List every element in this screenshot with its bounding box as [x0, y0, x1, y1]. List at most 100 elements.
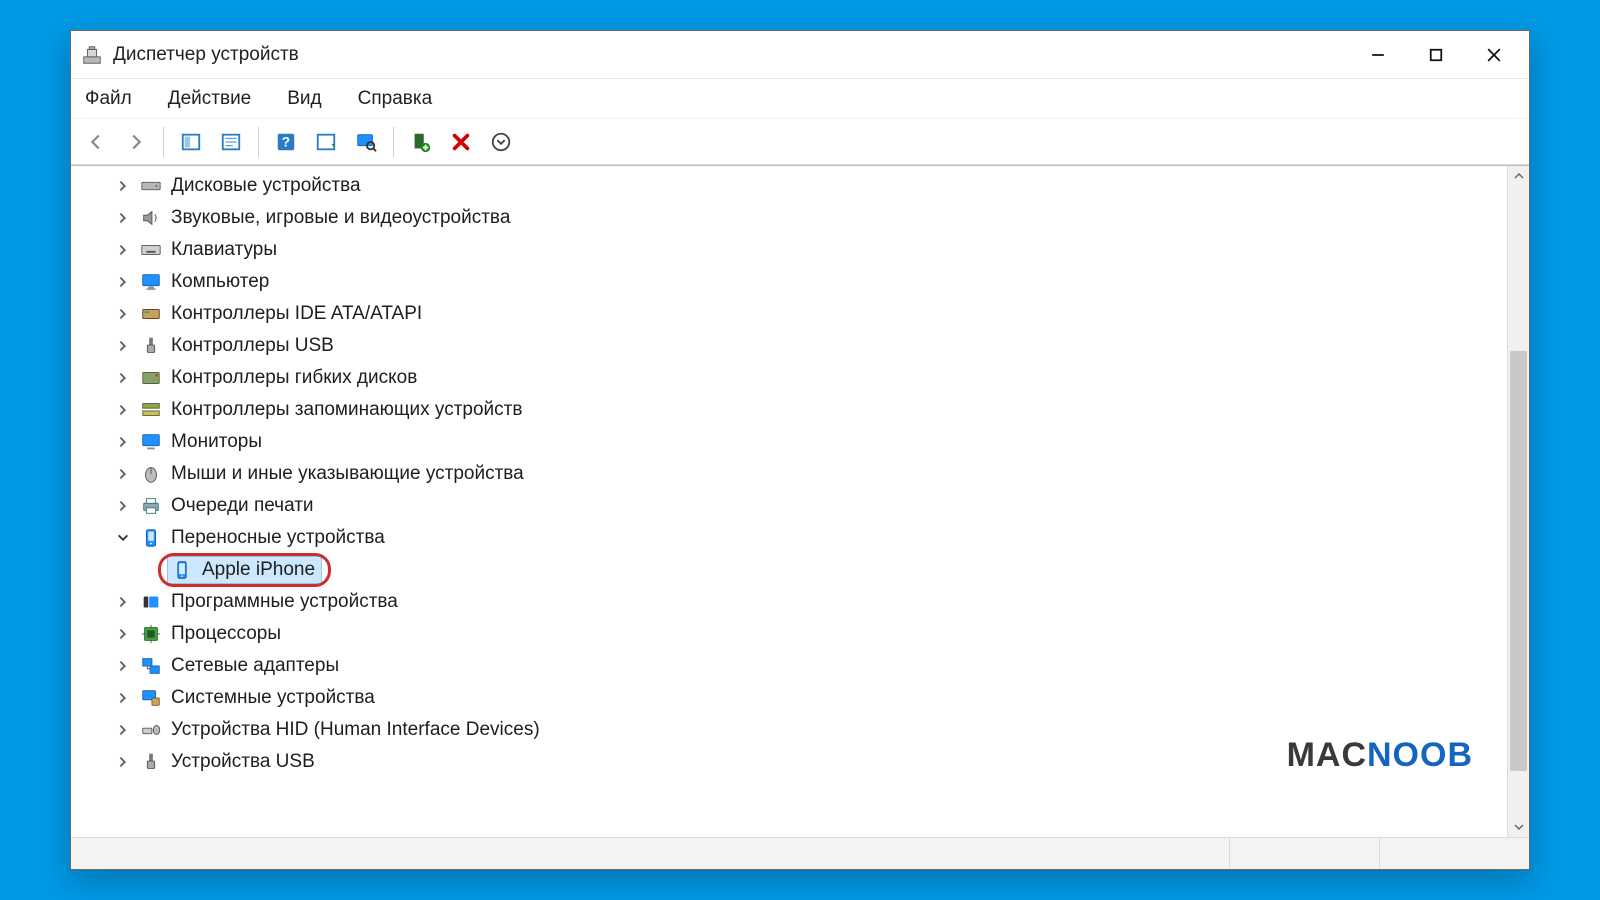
chevron-right-icon[interactable]: [115, 370, 131, 386]
tree-category[interactable]: Программные устройства: [95, 586, 1507, 618]
chevron-right-icon[interactable]: [115, 498, 131, 514]
computer-icon: [139, 270, 163, 294]
tree-category-label: Процессоры: [171, 623, 281, 645]
toolbar: [71, 119, 1529, 165]
menu-view[interactable]: Вид: [281, 84, 327, 114]
forward-button[interactable]: [119, 125, 153, 159]
chevron-right-icon[interactable]: [115, 338, 131, 354]
app-icon: [81, 44, 103, 66]
tree-category[interactable]: Клавиатуры: [95, 234, 1507, 266]
close-button[interactable]: [1465, 31, 1523, 78]
chevron-right-icon[interactable]: [115, 242, 131, 258]
chevron-right-icon[interactable]: [115, 178, 131, 194]
cpu-icon: [139, 622, 163, 646]
netadapter-icon: [139, 654, 163, 678]
chevron-right-icon[interactable]: [115, 754, 131, 770]
properties-button[interactable]: [214, 125, 248, 159]
window-title: Диспетчер устройств: [113, 44, 299, 66]
minimize-button[interactable]: [1349, 31, 1407, 78]
chevron-down-icon[interactable]: [115, 530, 131, 546]
chevron-right-icon[interactable]: [115, 722, 131, 738]
device-manager-window: Диспетчер устройств Файл Действие Вид Сп…: [70, 30, 1530, 870]
tree-category[interactable]: Устройства USB: [95, 746, 1507, 778]
scan-hardware-button[interactable]: [309, 125, 343, 159]
hid-icon: [139, 718, 163, 742]
back-button[interactable]: [79, 125, 113, 159]
mouse-icon: [139, 462, 163, 486]
tree-category[interactable]: Компьютер: [95, 266, 1507, 298]
tree-category-label: Мониторы: [171, 431, 262, 453]
tree-category[interactable]: Звуковые, игровые и видеоустройства: [95, 202, 1507, 234]
keyboard-icon: [139, 238, 163, 262]
chevron-right-icon[interactable]: [115, 306, 131, 322]
show-hide-console-tree-button[interactable]: [174, 125, 208, 159]
separator: [393, 127, 394, 157]
tree-category[interactable]: Контроллеры запоминающих устройств: [95, 394, 1507, 426]
vertical-scrollbar[interactable]: [1507, 166, 1529, 837]
tree-category[interactable]: Дисковые устройства: [95, 170, 1507, 202]
tree-category[interactable]: Мониторы: [95, 426, 1507, 458]
content-pane: Дисковые устройства Звуковые, игровые и в…: [71, 165, 1529, 837]
tree-category[interactable]: Контроллеры IDE ATA/ATAPI: [95, 298, 1507, 330]
scroll-down-icon[interactable]: [1508, 817, 1529, 837]
tree-device[interactable]: Apple iPhone: [95, 554, 1507, 586]
chevron-right-icon[interactable]: [115, 210, 131, 226]
chevron-right-icon[interactable]: [115, 690, 131, 706]
status-panel: [71, 838, 1229, 869]
menu-action[interactable]: Действие: [162, 84, 258, 114]
tree-category-label: Дисковые устройства: [171, 175, 361, 197]
chevron-right-icon[interactable]: [115, 626, 131, 642]
device-tree[interactable]: Дисковые устройства Звуковые, игровые и в…: [71, 166, 1507, 837]
separator: [258, 127, 259, 157]
title-bar: Диспетчер устройств: [71, 31, 1529, 79]
more-actions-button[interactable]: [484, 125, 518, 159]
printer-icon: [139, 494, 163, 518]
chevron-right-icon[interactable]: [115, 434, 131, 450]
status-panel: [1379, 838, 1529, 869]
window-controls: [1349, 31, 1523, 78]
tree-device-selected[interactable]: Apple iPhone: [167, 556, 322, 584]
hdd-icon: [139, 174, 163, 198]
tree-category[interactable]: Контроллеры гибких дисков: [95, 362, 1507, 394]
chevron-right-icon[interactable]: [115, 658, 131, 674]
ide-icon: [139, 302, 163, 326]
tree-category[interactable]: Устройства HID (Human Interface Devices): [95, 714, 1507, 746]
maximize-button[interactable]: [1407, 31, 1465, 78]
menu-file[interactable]: Файл: [79, 84, 138, 114]
status-bar: [71, 837, 1529, 869]
tree-category-label: Очереди печати: [171, 495, 314, 517]
chevron-right-icon[interactable]: [115, 594, 131, 610]
tree-category[interactable]: Переносные устройства: [95, 522, 1507, 554]
usb-icon: [139, 334, 163, 358]
menu-bar: Файл Действие Вид Справка: [71, 79, 1529, 119]
scroll-up-icon[interactable]: [1508, 166, 1529, 186]
uninstall-device-button[interactable]: [444, 125, 478, 159]
tree-category-label: Клавиатуры: [171, 239, 277, 261]
tree-category[interactable]: Системные устройства: [95, 682, 1507, 714]
tree-category[interactable]: Процессоры: [95, 618, 1507, 650]
tree-category[interactable]: Контроллеры USB: [95, 330, 1507, 362]
tree-category-label: Контроллеры запоминающих устройств: [171, 399, 522, 421]
chevron-right-icon[interactable]: [115, 402, 131, 418]
chevron-right-icon[interactable]: [115, 274, 131, 290]
status-panel: [1229, 838, 1379, 869]
usb-icon: [139, 750, 163, 774]
help-button[interactable]: [269, 125, 303, 159]
menu-help[interactable]: Справка: [352, 84, 439, 114]
phone-icon: [170, 558, 194, 582]
floppyctrl-icon: [139, 366, 163, 390]
tree-category[interactable]: Очереди печати: [95, 490, 1507, 522]
chevron-right-icon[interactable]: [115, 466, 131, 482]
tree-category-label: Контроллеры USB: [171, 335, 334, 357]
portable-icon: [139, 526, 163, 550]
tree-device-label: Apple iPhone: [202, 559, 315, 581]
separator: [163, 127, 164, 157]
tree-category[interactable]: Сетевые адаптеры: [95, 650, 1507, 682]
tree-category[interactable]: Мыши и иные указывающие устройства: [95, 458, 1507, 490]
speaker-icon: [139, 206, 163, 230]
tree-category-label: Звуковые, игровые и видеоустройства: [171, 207, 510, 229]
scroll-thumb[interactable]: [1510, 351, 1527, 771]
sysdev-icon: [139, 686, 163, 710]
add-legacy-hardware-button[interactable]: [404, 125, 438, 159]
update-driver-button[interactable]: [349, 125, 383, 159]
